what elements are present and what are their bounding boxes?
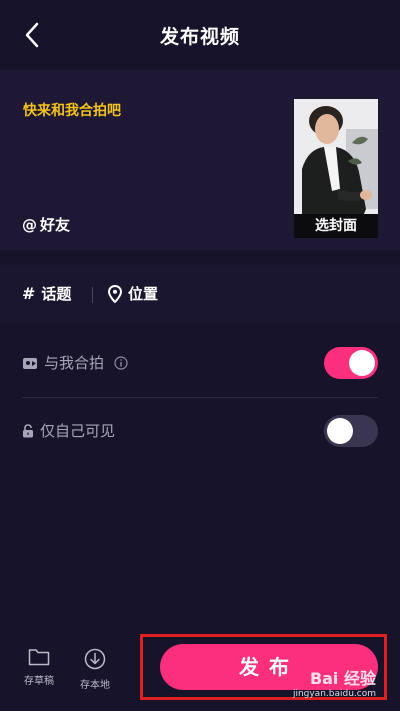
duet-setting-row: 与我合拍 [0, 330, 400, 395]
download-icon [84, 648, 106, 670]
info-icon[interactable] [114, 355, 128, 370]
save-local-label: 存本地 [80, 680, 110, 691]
watermark: Bai 经验 jingyan.baidu.com [293, 665, 376, 699]
mention-label: 好友 [40, 216, 71, 234]
mention-friends-button[interactable]: @ 好友 [22, 214, 70, 235]
topic-button[interactable]: # 话题 [22, 283, 71, 304]
page-title: 发布视频 [159, 26, 240, 48]
caption-input[interactable]: 快来和我合拍吧 [23, 100, 121, 120]
header: 发布视频 [0, 0, 400, 70]
duet-label: 与我合拍 [44, 354, 105, 372]
location-button[interactable]: 位置 [108, 283, 158, 304]
at-icon: @ [22, 215, 37, 234]
duet-icon [23, 357, 37, 369]
private-label: 仅自己可见 [40, 422, 116, 440]
duet-toggle[interactable] [324, 347, 378, 379]
private-label-group: 仅自己可见 [22, 420, 115, 441]
divider [92, 287, 93, 303]
toggle-knob [349, 350, 375, 376]
watermark-url: jingyan.baidu.com [292, 689, 376, 699]
select-cover-label: 选封面 [294, 214, 378, 238]
folder-icon [28, 649, 50, 666]
save-local-button[interactable]: 存本地 [73, 648, 117, 691]
tag-row: # 话题 位置 [0, 265, 400, 323]
cover-thumbnail[interactable]: 选封面 [294, 99, 378, 238]
duet-label-group: 与我合拍 [22, 352, 128, 373]
location-pin-icon [108, 284, 122, 303]
watermark-brand: Bai 经验 [309, 669, 376, 688]
toggle-knob [327, 418, 353, 444]
location-label: 位置 [128, 285, 159, 303]
save-draft-label: 存草稿 [24, 676, 54, 687]
save-draft-button[interactable]: 存草稿 [17, 648, 61, 687]
private-setting-row: 仅自己可见 [0, 398, 400, 463]
private-toggle[interactable] [324, 415, 378, 447]
hashtag-icon: # [22, 284, 36, 303]
topic-label: 话题 [41, 285, 72, 303]
lock-icon [23, 423, 33, 437]
